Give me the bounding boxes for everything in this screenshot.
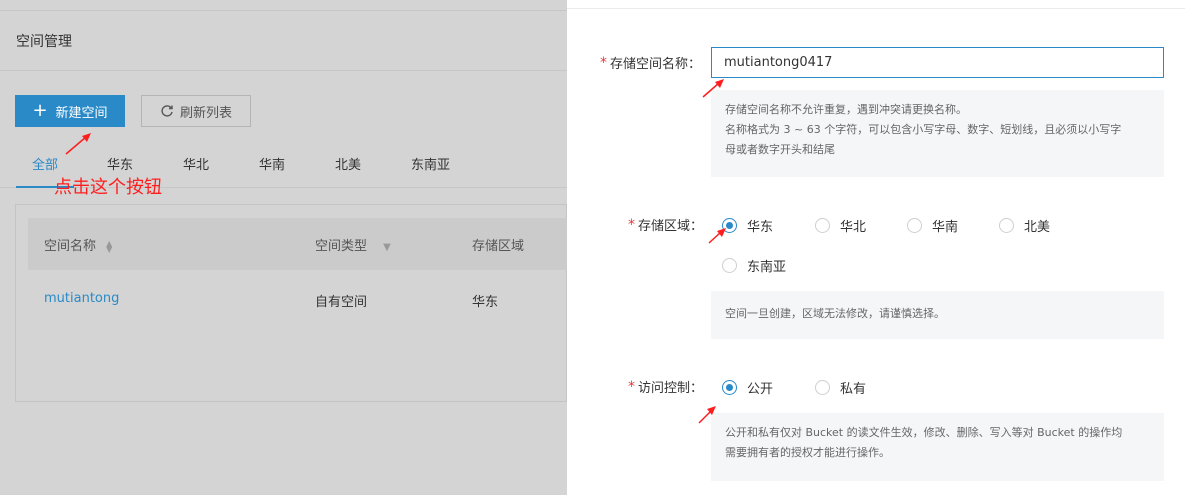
tab-north-china[interactable]: 华北	[183, 156, 209, 188]
radio-access-private[interactable]: 私有	[815, 378, 866, 397]
column-header-space-type[interactable]: 空间类型 ▼	[315, 235, 391, 254]
radio-checked-icon	[722, 380, 737, 395]
region-label-text: 存储区域：	[638, 219, 704, 234]
refresh-icon	[161, 105, 173, 117]
required-mark: *	[600, 54, 607, 71]
new-space-button[interactable]: + 新建空间	[15, 95, 125, 127]
radio-label: 华东	[747, 220, 774, 235]
space-name-hint: 存储空间名称不允许重复，遇到冲突请更换名称。 名称格式为 3 ~ 63 个字符，…	[711, 90, 1164, 177]
radio-unchecked-icon	[722, 258, 737, 273]
column-header-space-name[interactable]: 空间名称 ▲ ▼	[44, 235, 112, 254]
tab-south-china[interactable]: 华南	[259, 156, 285, 188]
annotation-text: 点击这个按钮	[54, 177, 162, 198]
create-space-drawer: * 存储空间名称： 存储空间名称不允许重复，遇到冲突请更换名称。 名称格式为 3…	[567, 0, 1185, 495]
refresh-list-label: 刷新列表	[179, 105, 232, 121]
filter-icon[interactable]: ▼	[383, 242, 391, 253]
radio-region-southeast-asia[interactable]: 东南亚	[722, 256, 786, 275]
plus-icon: +	[32, 100, 48, 121]
space-name-label-text: 存储空间名称：	[610, 57, 702, 72]
space-name-link[interactable]: mutiantong	[44, 291, 119, 306]
page-title: 空间管理	[16, 34, 72, 50]
radio-unchecked-icon	[815, 218, 830, 233]
access-control-label: * 访问控制：	[628, 377, 704, 397]
radio-unchecked-icon	[999, 218, 1014, 233]
tab-north-america[interactable]: 北美	[335, 156, 361, 188]
space-management-page: 空间管理 + 新建空间 刷新列表 全部 华东 华北 华南 北美 东南亚 点击这个…	[0, 0, 567, 495]
radio-label: 东南亚	[747, 260, 787, 275]
radio-label: 私有	[840, 382, 867, 397]
annotation-arrow-icon	[698, 406, 716, 424]
annotation-arrow-icon	[65, 133, 91, 155]
radio-region-south-china[interactable]: 华南	[907, 216, 958, 235]
access-control-label-text: 访问控制：	[638, 381, 704, 396]
hint-line: 空间一旦创建，区域无法修改，请谨慎选择。	[725, 307, 945, 320]
hint-line: 公开和私有仅对 Bucket 的读文件生效，修改、删除、写入等对 Bucket …	[725, 426, 1123, 439]
divider	[0, 10, 567, 11]
tab-southeast-asia[interactable]: 东南亚	[411, 156, 450, 188]
access-control-hint: 公开和私有仅对 Bucket 的读文件生效，修改、删除、写入等对 Bucket …	[711, 413, 1164, 481]
region-cell: 华东	[472, 295, 499, 310]
required-mark: *	[628, 216, 635, 233]
radio-label: 华北	[840, 220, 867, 235]
space-name-label: * 存储空间名称：	[600, 53, 702, 73]
column-header-region: 存储区域	[472, 239, 525, 254]
radio-label: 华南	[932, 220, 959, 235]
refresh-list-button[interactable]: 刷新列表	[141, 95, 251, 127]
column-header-label: 空间类型	[315, 239, 368, 254]
hint-line: 名称格式为 3 ~ 63 个字符，可以包含小写字母、数字、短划线，且必须以小写字	[725, 123, 1122, 136]
radio-label: 公开	[747, 382, 774, 397]
hint-line: 需要拥有者的授权才能进行操作。	[725, 446, 890, 459]
radio-unchecked-icon	[815, 380, 830, 395]
annotation-arrow-icon	[702, 79, 724, 98]
new-space-label: 新建空间	[55, 105, 108, 121]
sort-icon[interactable]: ▲ ▼	[106, 239, 112, 253]
divider	[0, 70, 567, 71]
radio-access-public[interactable]: 公开	[722, 378, 773, 397]
radio-region-north-america[interactable]: 北美	[999, 216, 1050, 235]
radio-unchecked-icon	[907, 218, 922, 233]
hint-line: 母或者数字开头和结尾	[725, 143, 835, 156]
annotation-arrow-icon	[708, 228, 726, 244]
required-mark: *	[628, 378, 635, 395]
divider	[567, 8, 1185, 9]
region-hint: 空间一旦创建，区域无法修改，请谨慎选择。	[711, 291, 1164, 339]
hint-line: 存储空间名称不允许重复，遇到冲突请更换名称。	[725, 103, 967, 116]
radio-region-north-china[interactable]: 华北	[815, 216, 866, 235]
region-label: * 存储区域：	[628, 215, 704, 235]
space-type-cell: 自有空间	[315, 295, 368, 310]
column-header-label: 空间名称	[44, 239, 97, 254]
radio-label: 北美	[1024, 220, 1051, 235]
space-name-input[interactable]	[711, 47, 1164, 78]
